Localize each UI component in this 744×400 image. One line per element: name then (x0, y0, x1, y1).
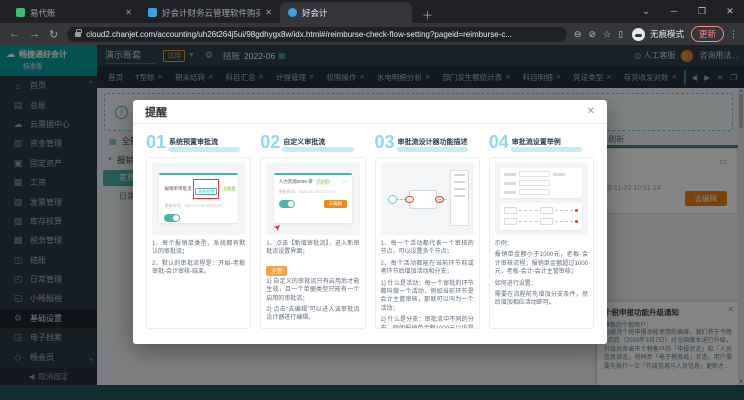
red-dot (575, 220, 578, 223)
modal-title: 提醒 (145, 104, 167, 120)
chrome-menu-icon[interactable]: ⋮ (729, 29, 738, 40)
modal-close-icon[interactable]: ✕ (587, 106, 595, 117)
illustration-example (495, 163, 588, 235)
red-highlight-box: 系统预置 (193, 179, 219, 199)
enable-toggle (164, 214, 180, 222)
browser-tab-haokuaiji-price[interactable]: 好会计财务云管理软件购买价格页... ✕ (140, 2, 280, 23)
section-number: 03 (375, 133, 395, 151)
paragraph: 1、点击【新增审批流】，进入新审批流设置界面； (266, 240, 359, 257)
incognito-avatar[interactable] (632, 28, 645, 41)
section-title: 审批流设计器功能描述 (398, 137, 468, 147)
paragraph: 2、每个活动都能在当前环节前或者环节后增加活动和分支； (381, 260, 474, 277)
red-dot (575, 209, 578, 212)
url-text: cloud2.chanjet.com/accounting/uh26t264j5… (86, 30, 512, 39)
illustration-custom-flow: 人力资源2009-审 已启用 ▭ 更新时间：2020-11-20 17:27:2… (266, 163, 359, 235)
notice-tag: 注意 (266, 266, 287, 276)
paragraph: 示例： (495, 240, 588, 248)
paragraph: 1) 自定义的审批流只有启用后才能生效，且一个单据类型只能有一个启用的审批流； (266, 278, 359, 303)
forward-icon[interactable]: → (29, 28, 40, 40)
section-number: 02 (260, 133, 280, 151)
tab-search-icon[interactable]: ⌄ (632, 0, 660, 23)
title-underline (168, 147, 240, 152)
eye-blocked-icon[interactable]: ⊘ (588, 29, 596, 40)
paragraph: 2、默认的审批流程是：开始-老板审批-会计审核-结束。 (152, 260, 245, 277)
enable-toggle (279, 200, 295, 208)
mini-updated-time: 更新时间：2021-07-22 10:00:00 (164, 203, 232, 209)
paragraph: 需要在流程前先增加分支条件，然后增加相应活动即可。 (495, 291, 588, 308)
mini-flow-name: 人力资源2009-审 (279, 179, 313, 185)
browser-tab-label: 好会计财务云管理软件购买价格页... (162, 7, 260, 19)
update-button[interactable]: 更新 (691, 26, 724, 42)
back-icon[interactable]: ← (9, 28, 20, 40)
section-title: 自定义审批流 (283, 137, 325, 147)
browser-tab-label: 易代账 (30, 7, 56, 19)
title-underline (511, 147, 583, 152)
enabled-tag: 已启用 (315, 179, 331, 185)
browser-tab-strip: 易代账 ✕ 好会计财务云管理软件购买价格页... ✕ 好会计 ＋ ⌄ ─ ❐ ✕ (0, 0, 744, 23)
reload-icon[interactable]: ↻ (49, 28, 58, 41)
section-number: 01 (146, 133, 166, 151)
minimize-icon[interactable]: ─ (660, 0, 688, 23)
designer-side-panel (450, 170, 469, 226)
haokuaiji-favicon (148, 8, 157, 17)
illustration-preset-flow: 报销单审批流 系统预置 已启用 更新时间：2021-07-22 10:00:00 (152, 163, 245, 235)
maximize-icon[interactable]: ❐ (688, 0, 716, 23)
example-flow-panel (500, 203, 582, 230)
section-number: 04 (489, 133, 509, 151)
paragraph: 1、每一个活动都代表一个审核的节点，可以设置多个节点； (381, 240, 474, 257)
url-bar[interactable]: cloud2.chanjet.com/accounting/uh26t264j5… (67, 27, 567, 42)
yidaizhang-favicon (16, 8, 25, 17)
close-window-icon[interactable]: ✕ (716, 0, 744, 23)
section-title: 系统预置审批流 (169, 137, 218, 147)
bookmark-star-icon[interactable]: ☆ (603, 29, 611, 40)
example-form-panel (500, 168, 582, 198)
approval-flow-guide-modal: 提醒 ✕ 01 系统预置审批流 报销单审批流 系统预置 (133, 100, 607, 344)
close-tab-icon[interactable]: ✕ (265, 8, 272, 17)
zoom-out-icon[interactable]: ⊖ (574, 29, 582, 40)
paragraph: 如何进行设置： (495, 280, 588, 288)
enabled-tag: 已启用 (221, 186, 237, 192)
browser-tab-yidaizhang[interactable]: 易代账 ✕ (8, 2, 140, 23)
paragraph: 1、每个报销单类型，系统都有默认的审批流； (152, 240, 245, 257)
section-setup-example: 04 审批流设置举例 (489, 131, 594, 329)
side-panel-icon[interactable]: ▯ (618, 29, 623, 40)
title-underline (282, 147, 354, 152)
mini-flow-name: 报销单审批流 (164, 186, 191, 192)
paragraph: 2) 点击“去编辑”可以进入该审批流设计器进行编辑。 (266, 306, 359, 323)
title-underline (397, 147, 469, 152)
close-tab-icon[interactable]: ✕ (125, 8, 132, 17)
trash-icon: ▭ (342, 179, 347, 185)
section-designer-functions: 03 审批流设计器功能描述 1、每一个活动都代表一个审核的节点，可以设置多个 (375, 131, 480, 329)
new-tab-icon[interactable]: ＋ (422, 7, 433, 23)
mini-updated-time: 更新时间：2020-11-20 17:27:27 (279, 189, 347, 195)
section-title: 审批流设置举例 (512, 137, 561, 147)
red-highlight-right (435, 196, 444, 203)
incognito-label: 无痕模式 (650, 28, 684, 40)
window-controls: ⌄ ─ ❐ ✕ (632, 0, 744, 23)
mini-edit-button: 去编辑 (324, 200, 348, 208)
screen: 易代账 ✕ 好会计财务云管理软件购买价格页... ✕ 好会计 ＋ ⌄ ─ ❐ ✕… (0, 0, 744, 400)
browser-toolbar: ← → ↻ cloud2.chanjet.com/accounting/uh26… (0, 23, 744, 45)
section-custom-flow: 02 自定义审批流 人力资源2009-审 已启用 ▭ 更新时间：2020-11-… (260, 131, 365, 329)
lock-icon (75, 32, 81, 37)
illustration-designer (381, 163, 474, 235)
section-preset-flow: 01 系统预置审批流 报销单审批流 系统预置 已启用 更新时间：2021-07-… (146, 131, 251, 329)
paragraph: 1) 什么是活动：每一个审批的环节都叫做一个活动，例如当前环节是会计主管审核，那… (381, 280, 474, 314)
haokuaiji-favicon (288, 8, 297, 17)
paragraph: 2) 什么是分支：审批流中不同的分支，例如报销单金额1000元以内是一个审批流程… (381, 316, 474, 329)
preset-tag: 系统预置 (195, 188, 217, 195)
browser-tab-haokuaiji-active[interactable]: 好会计 (280, 2, 412, 23)
paragraph: 报销单金额小于1000元，老板-会计审核流程；报销单金额超过1000元，老板-会… (495, 251, 588, 276)
browser-tab-label: 好会计 (302, 7, 328, 19)
